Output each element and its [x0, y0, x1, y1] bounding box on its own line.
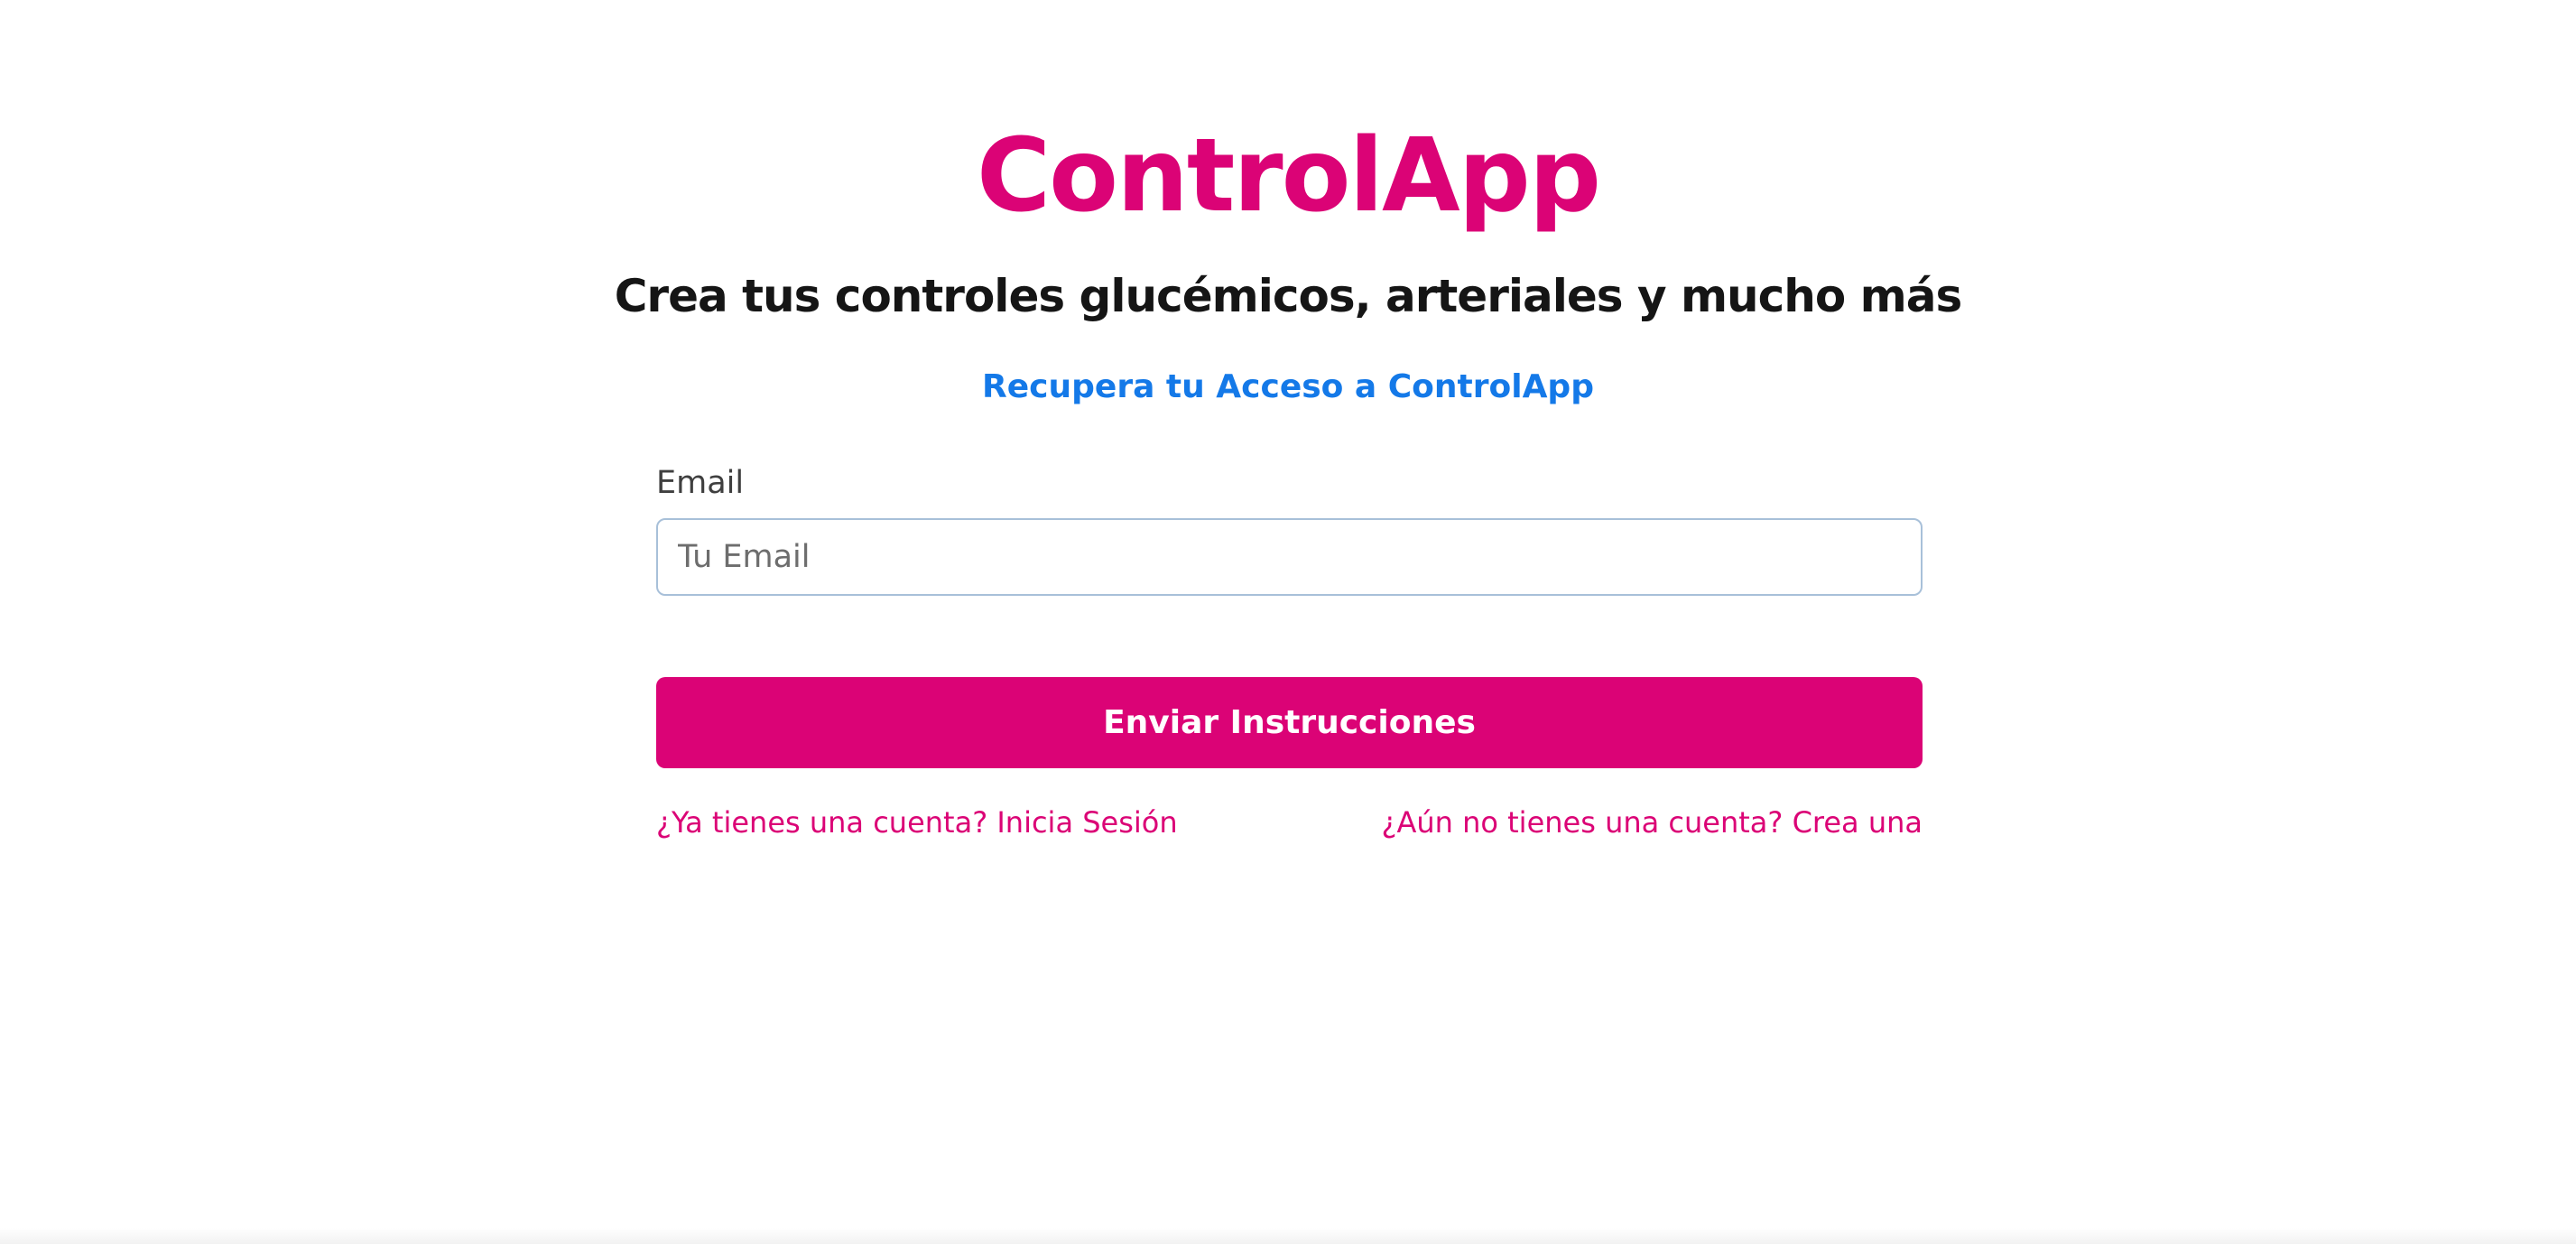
- recover-access-heading: Recupera tu Acceso a ControlApp: [982, 368, 1594, 405]
- register-link[interactable]: ¿Aún no tienes una cuenta? Crea una: [1381, 803, 1923, 842]
- email-input[interactable]: [656, 518, 1923, 596]
- send-instructions-button[interactable]: Enviar Instrucciones: [656, 677, 1923, 768]
- password-recovery-page: ControlApp Crea tus controles glucémicos…: [0, 0, 2576, 1244]
- email-label: Email: [656, 465, 745, 501]
- recovery-form: Email Enviar Instrucciones ¿Ya tienes un…: [656, 460, 1923, 842]
- tagline: Crea tus controles glucémicos, arteriale…: [614, 270, 1963, 322]
- auth-links: ¿Ya tienes una cuenta? Inicia Sesión ¿Aú…: [656, 803, 1923, 842]
- bottom-divider: [0, 1228, 2576, 1244]
- brand-logo-title: ControlApp: [976, 117, 1601, 235]
- login-link[interactable]: ¿Ya tienes una cuenta? Inicia Sesión: [656, 803, 1178, 842]
